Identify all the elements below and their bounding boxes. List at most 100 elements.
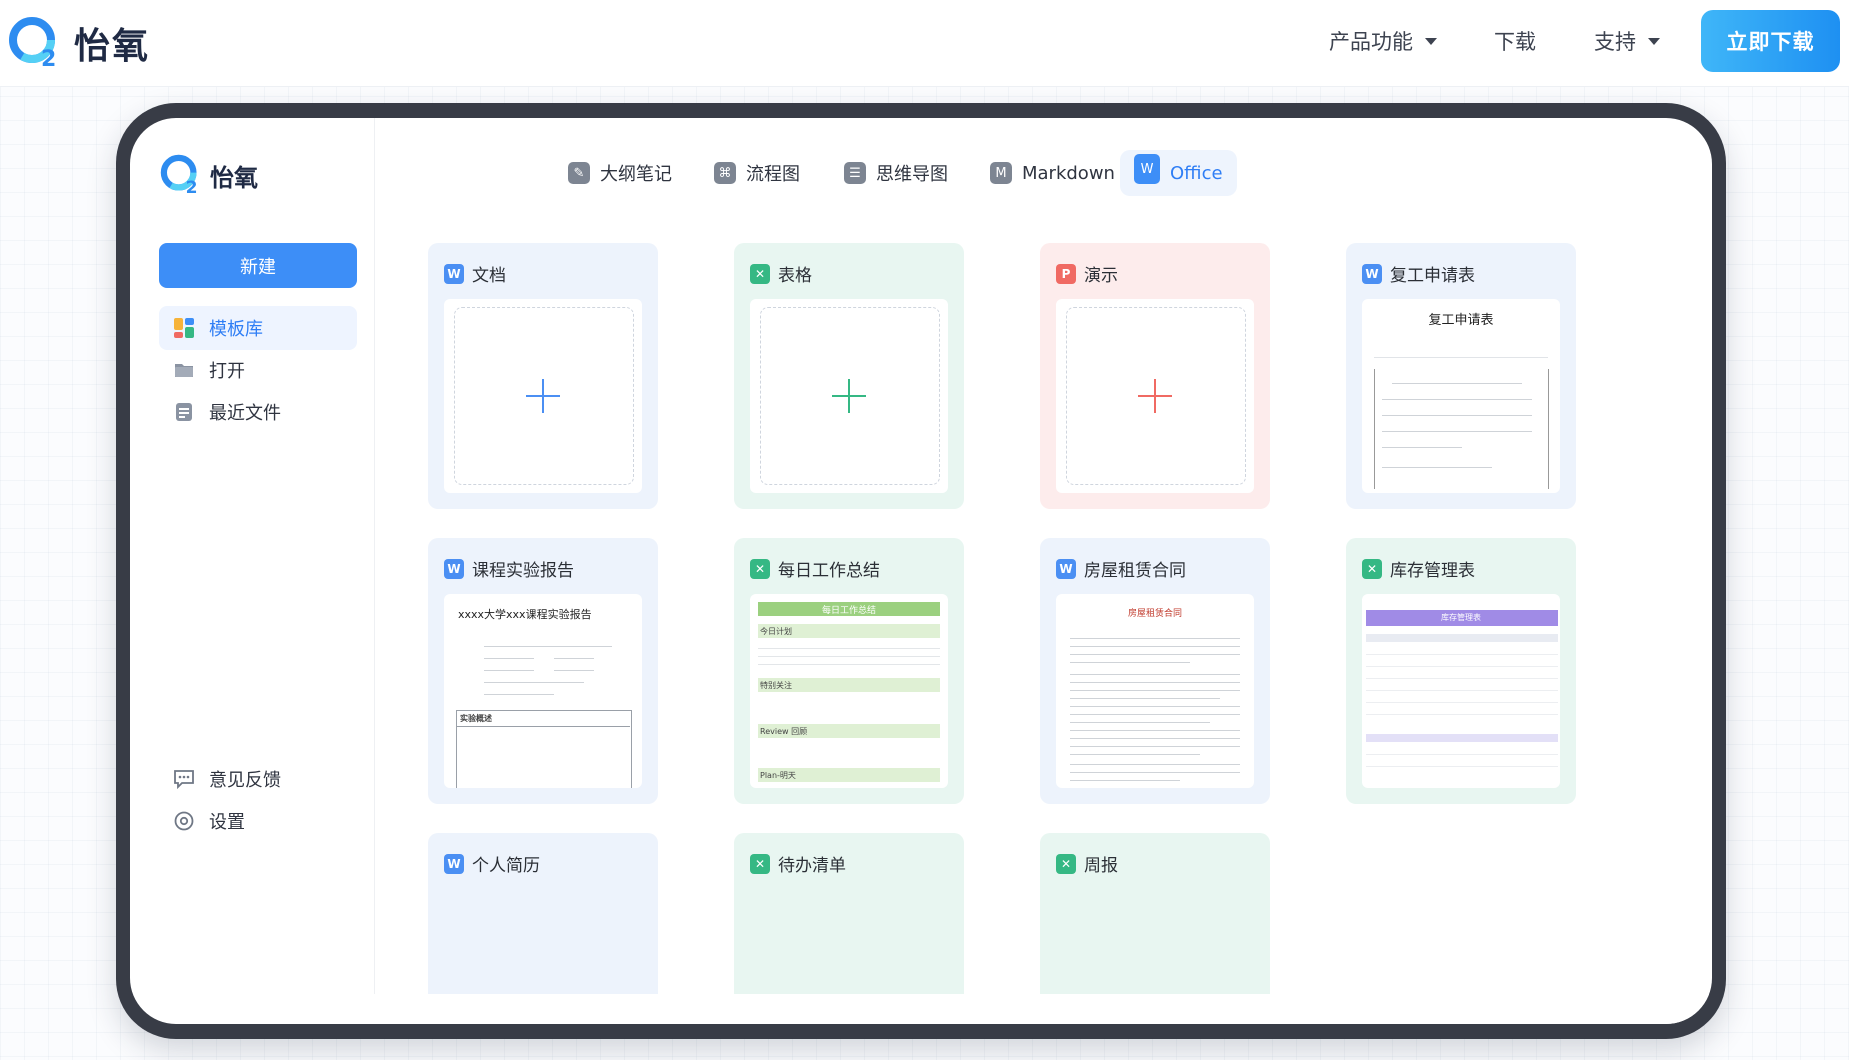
nav-product-features[interactable]: 产品功能 (1329, 26, 1437, 56)
nav-product-features-label: 产品功能 (1329, 30, 1413, 54)
preview-title: 房屋租赁合同 (1127, 609, 1182, 619)
card-preview: 库存管理表 (1362, 594, 1560, 788)
nav-download-label: 下载 (1494, 30, 1536, 54)
word-icon: W (1056, 558, 1076, 579)
new-button[interactable]: 新建 (159, 243, 357, 288)
download-now-button[interactable]: 立即下载 (1701, 10, 1840, 72)
sidebar-feedback[interactable]: 意见反馈 (159, 766, 281, 792)
sidebar-item-label: 模板库 (209, 319, 263, 340)
sidebar-feedback-label: 意见反馈 (209, 770, 281, 791)
sidebar-settings-label: 设置 (209, 812, 245, 833)
site-logo-text: 怡氧 (74, 26, 151, 67)
preview-row-label: 今日计划 (760, 627, 792, 636)
markdown-icon: M (990, 162, 1012, 184)
card-title: 个人简历 (472, 856, 540, 876)
card-title: 文档 (472, 266, 506, 286)
type-tabs: ✎ 大纲笔记 ⌘ 流程图 ☰ 思维导图 M Markdown W Office (374, 150, 1712, 200)
preview-title: 库存管理表 (1441, 613, 1481, 622)
recent-icon (173, 401, 195, 423)
card-preview: xxxx大学xxx课程实验报告 实验概述 (444, 594, 642, 788)
tab-label: 思维导图 (876, 164, 948, 185)
powerpoint-icon: P (1056, 263, 1076, 284)
card-title: 库存管理表 (1390, 561, 1475, 581)
sidebar-item-recent-files[interactable]: 最近文件 (159, 390, 357, 434)
card-preview (750, 299, 948, 493)
preview-row-label: Review 回顾 (760, 727, 808, 736)
tab-flowchart[interactable]: ⌘ 流程图 (700, 150, 814, 196)
tab-office[interactable]: W Office (1120, 150, 1237, 196)
preview-row-label: 特别关注 (760, 681, 792, 690)
preview-title: xxxx大学xxx课程实验报告 (458, 608, 592, 621)
template-card-lease-contract[interactable]: W 房屋租赁合同 房屋租赁合同 (1040, 538, 1270, 804)
nav-download[interactable]: 下载 (1494, 26, 1536, 56)
nav-support[interactable]: 支持 (1594, 26, 1660, 56)
preview-section-label: 实验概述 (460, 714, 492, 723)
site-logo[interactable]: 2 怡氧 (8, 14, 150, 72)
app-logo: 2 怡氧 (160, 154, 258, 198)
tab-label: Markdown (1022, 162, 1115, 184)
template-card-lab-report[interactable]: W 课程实验报告 xxxx大学xxx课程实验报告 实验概述 (428, 538, 658, 804)
preview-title: 复工申请表 (1428, 313, 1494, 328)
card-title: 每日工作总结 (778, 561, 880, 581)
preview-row-label: Plan-明天 (760, 771, 796, 780)
tab-outline-notes[interactable]: ✎ 大纲笔记 (554, 150, 686, 196)
card-title: 房屋租赁合同 (1084, 561, 1186, 581)
o2-logo-icon: 2 (8, 16, 62, 72)
card-preview (444, 299, 642, 493)
card-preview: 每日工作总结 今日计划 特别关注 Review 回顾 Plan-明天 (750, 594, 948, 788)
plus-icon (832, 379, 866, 413)
tab-label: 流程图 (746, 164, 800, 185)
app-logo-text: 怡氧 (210, 163, 258, 192)
tab-label: Office (1170, 162, 1223, 184)
tab-label: 大纲笔记 (600, 164, 672, 185)
card-title: 课程实验报告 (472, 561, 574, 581)
sidebar-item-template-library[interactable]: 模板库 (159, 306, 357, 350)
card-title: 复工申请表 (1390, 266, 1475, 286)
sidebar-item-open[interactable]: 打开 (159, 348, 357, 392)
sidebar-settings[interactable]: 设置 (159, 808, 245, 834)
word-icon: W (1362, 263, 1382, 284)
template-card-daily-summary[interactable]: ✕ 每日工作总结 每日工作总结 今日计划 特别关注 Review 回顾 Plan-… (734, 538, 964, 804)
word-icon: W (444, 853, 464, 874)
tab-mindmap[interactable]: ☰ 思维导图 (830, 150, 962, 196)
excel-icon: ✕ (750, 263, 770, 284)
card-title: 待办清单 (778, 856, 846, 876)
chevron-down-icon (1648, 37, 1660, 45)
plus-icon (1138, 379, 1172, 413)
template-icon (173, 317, 195, 339)
preview-title: 每日工作总结 (821, 606, 876, 616)
plus-icon (526, 379, 560, 413)
tab-markdown[interactable]: M Markdown (976, 150, 1129, 196)
card-title: 演示 (1084, 266, 1118, 286)
excel-icon: ✕ (1056, 853, 1076, 874)
top-navigation: 2 怡氧 产品功能 下载 支持 立即下载 (0, 0, 1849, 87)
chevron-down-icon (1425, 37, 1437, 45)
nav-support-label: 支持 (1594, 30, 1636, 54)
feedback-icon (173, 768, 195, 790)
flowchart-icon: ⌘ (714, 162, 736, 184)
template-card-spreadsheet[interactable]: ✕ 表格 (734, 243, 964, 509)
template-card-return-to-work-form[interactable]: W 复工申请表 复工申请表 (1346, 243, 1576, 509)
template-card-inventory-sheet[interactable]: ✕ 库存管理表 库存管理表 (1346, 538, 1576, 804)
excel-icon: ✕ (1362, 558, 1382, 579)
card-title: 周报 (1084, 856, 1118, 876)
app-screen: 2 怡氧 新建 模板库 打开 最近文件 意见反馈 设置 ✎ 大纲笔记 ⌘ 流程图… (130, 118, 1712, 1024)
folder-icon (173, 359, 195, 381)
o2-logo-icon: 2 (160, 154, 202, 198)
word-icon: W (444, 263, 464, 284)
svg-text:2: 2 (186, 178, 198, 196)
settings-icon (173, 810, 195, 832)
card-title: 表格 (778, 266, 812, 286)
template-card-presentation[interactable]: P 演示 (1040, 243, 1270, 509)
sidebar-item-label: 打开 (209, 361, 245, 382)
mindmap-icon: ☰ (844, 162, 866, 184)
svg-text:2: 2 (41, 47, 56, 70)
template-card-document[interactable]: W 文档 (428, 243, 658, 509)
card-preview: 复工申请表 (1362, 299, 1560, 493)
sidebar: 2 怡氧 新建 模板库 打开 最近文件 意见反馈 设置 (130, 118, 375, 994)
excel-icon: ✕ (750, 853, 770, 874)
outline-icon: ✎ (568, 162, 590, 184)
excel-icon: ✕ (750, 558, 770, 579)
card-preview (1056, 299, 1254, 493)
word-icon: W (444, 558, 464, 579)
